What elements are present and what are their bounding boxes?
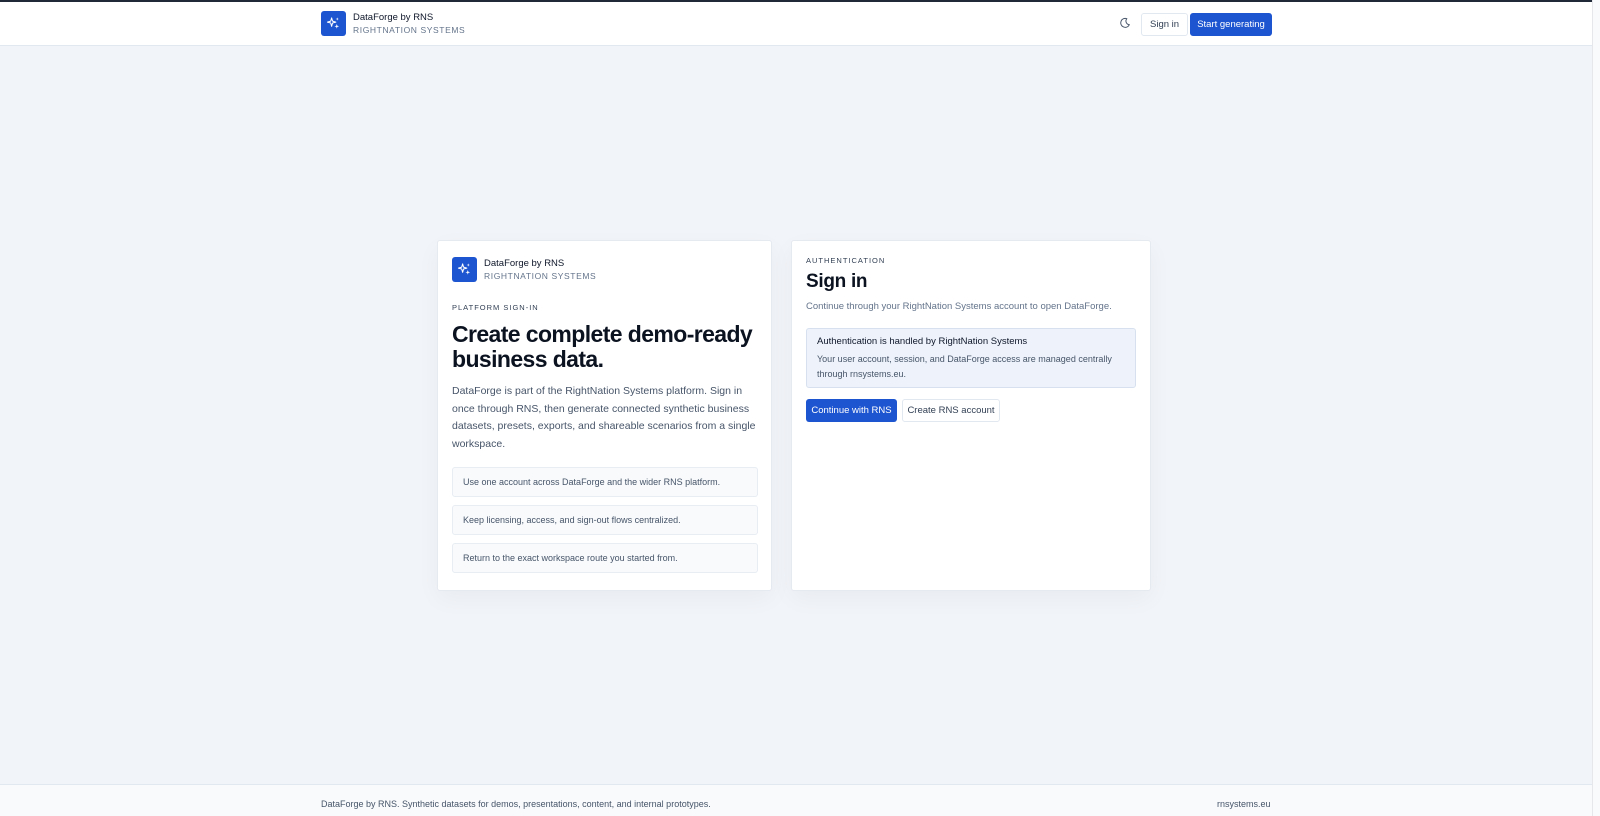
header-brand[interactable]: DataForge by RNS RIGHTNATION SYSTEMS [321,11,465,36]
moon-icon [1120,17,1130,28]
hero-title: Create complete demo-ready business data… [452,321,753,372]
brand-subtitle: RIGHTNATION SYSTEMS [484,270,597,281]
page-scrollbar[interactable] [1592,0,1600,816]
footer-rnsystems-link[interactable]: rnsystems.eu [1217,799,1271,809]
footer-text: DataForge by RNS. Synthetic datasets for… [321,799,711,809]
brand-text: DataForge by RNS RIGHTNATION SYSTEMS [484,258,596,282]
feature-item: Keep licensing, access, and sign-out flo… [452,505,758,535]
sparkle-logo-icon [452,257,477,282]
feature-item: Use one account across DataForge and the… [452,467,758,497]
hero-description: DataForge is part of the RightNation Sys… [452,385,756,450]
brand-name: DataForge by RNS [484,257,565,269]
sparkle-logo-icon [321,11,346,36]
continue-with-rns-button[interactable]: Continue with RNS [806,399,897,422]
auth-notice: Authentication is handled by RightNation… [806,328,1136,388]
brand-subtitle: RIGHTNATION SYSTEMS [353,24,466,35]
sign-in-description: Continue through your RightNation System… [806,301,1112,312]
platform-eyebrow: PLATFORM SIGN-IN [452,303,539,312]
brand-name: DataForge by RNS [353,11,434,23]
brand-text: DataForge by RNS RIGHTNATION SYSTEMS [353,12,465,36]
card-brand: DataForge by RNS RIGHTNATION SYSTEMS [452,257,596,282]
site-footer: DataForge by RNS. Synthetic datasets for… [0,784,1592,816]
sparkle-icon [457,263,471,275]
sign-in-card: AUTHENTICATION Sign in Continue through … [791,240,1151,591]
platform-info-card: DataForge by RNS RIGHTNATION SYSTEMS PLA… [437,240,772,591]
header-sign-in-button[interactable]: Sign in [1141,13,1189,36]
authentication-eyebrow: AUTHENTICATION [806,256,886,265]
notice-body: Your user account, session, and DataForg… [817,354,1112,379]
site-header: DataForge by RNS RIGHTNATION SYSTEMS Sig… [0,2,1592,46]
theme-toggle-button[interactable] [1114,12,1136,34]
create-rns-account-button[interactable]: Create RNS account [902,399,1000,422]
notice-title: Authentication is handled by RightNation… [817,336,1028,347]
feature-item: Return to the exact workspace route you … [452,543,758,573]
sparkle-icon [326,17,340,29]
start-generating-button[interactable]: Start generating [1190,13,1272,36]
sign-in-title: Sign in [806,271,868,292]
